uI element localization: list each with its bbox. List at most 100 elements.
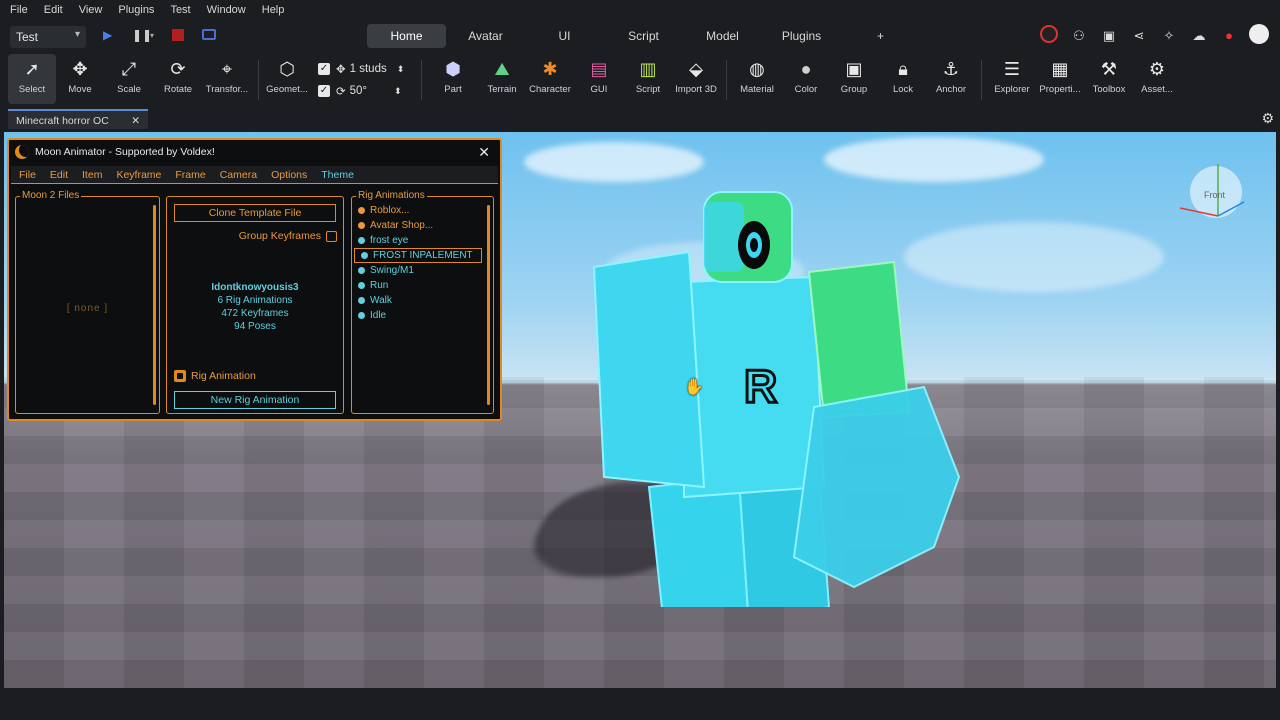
select-tool[interactable]: ➚ Select [8, 54, 56, 104]
tab-script[interactable]: Script [604, 24, 683, 48]
terrain-tool[interactable]: ⛰ Terrain [478, 54, 526, 104]
rotate-snap-checkbox[interactable]: ✓ [318, 85, 330, 97]
add-friend-icon[interactable]: ⚇ [1064, 28, 1094, 44]
record-icon[interactable] [1034, 25, 1064, 46]
list-item[interactable]: frost eye [352, 233, 484, 248]
move-snap-value: 1 studs [349, 63, 387, 75]
menu-plugins[interactable]: Plugins [118, 4, 154, 16]
anchor-tool[interactable]: ⚓︎ Anchor [927, 54, 975, 104]
group-tool[interactable]: ▣ Group [830, 54, 878, 104]
character-tool[interactable]: ✱ Character [526, 54, 574, 104]
material-tool[interactable]: ◍ Material [733, 54, 781, 104]
move-snap-checkbox[interactable]: ✓ [318, 63, 330, 75]
share-icon[interactable]: ⋖ [1124, 28, 1154, 44]
tab-plugins[interactable]: Plugins [762, 24, 841, 48]
import3d-tool[interactable]: ⬙ Import 3D [672, 54, 720, 104]
mode-dropdown[interactable]: Test ▾ [10, 26, 86, 48]
lock-label: Lock [892, 84, 914, 95]
group-keyframes-checkbox[interactable] [326, 230, 337, 242]
geometry-label: Geomet... [266, 84, 308, 95]
color-label: Color [794, 84, 818, 95]
menu-view[interactable]: View [79, 4, 103, 16]
clone-template-button[interactable]: Clone Template File [174, 204, 336, 222]
close-icon[interactable]: ✕ [478, 140, 490, 164]
script-icon: ▥ [639, 59, 657, 79]
list-item[interactable]: Swing/M1 [352, 263, 484, 278]
files-panel-label: Moon 2 Files [20, 190, 82, 201]
window-titlebar[interactable]: Moon Animator - Supported by Voldex! ✕ [9, 140, 500, 164]
menu-edit[interactable]: Edit [44, 4, 63, 16]
scrollbar[interactable] [487, 205, 490, 405]
move-snap-setting[interactable]: ✓ ✥ 1 studs ⬍ [318, 62, 404, 76]
group-keyframes-label: Group Keyframes [238, 230, 321, 242]
moon-menu-edit[interactable]: Edit [50, 169, 68, 181]
moon-menu-camera[interactable]: Camera [220, 169, 257, 181]
document-tab-label: Minecraft horror OC [16, 115, 109, 127]
explorer-tool[interactable]: ☰ Explorer [988, 54, 1036, 104]
group-keyframes-option[interactable]: Group Keyframes [239, 230, 337, 242]
menu-file[interactable]: File [10, 4, 28, 16]
stepper-icon[interactable]: ⬍ [394, 86, 402, 97]
close-icon[interactable]: ✕ [131, 111, 140, 131]
play-icon[interactable]: ▶ [103, 28, 112, 42]
lock-tool[interactable]: 🔒︎ Lock [879, 54, 927, 104]
assets-tool[interactable]: ⚙ Asset... [1133, 54, 1181, 104]
list-item[interactable]: Walk [352, 293, 484, 308]
list-item[interactable]: Idle [352, 308, 484, 323]
list-item[interactable]: Avatar Shop... [352, 218, 484, 233]
script-label: Script [635, 84, 661, 95]
move-tool[interactable]: ✥ Move [56, 54, 104, 104]
menu-test[interactable]: Test [170, 4, 190, 16]
rig-animation-toggle[interactable]: Rig Animation [174, 370, 256, 382]
scale-tool[interactable]: ⤢ Scale [105, 54, 153, 104]
moon-menu-file[interactable]: File [19, 169, 36, 181]
stop-icon[interactable] [172, 29, 184, 41]
moon-animator-window[interactable]: Moon Animator - Supported by Voldex! ✕ F… [7, 138, 502, 421]
rotate-snap-setting[interactable]: ✓ ⟳ 50° ⬍ [318, 84, 402, 98]
tab-ui[interactable]: UI [525, 24, 604, 48]
toolbox-label: Toolbox [1092, 84, 1126, 95]
new-rig-animation-button[interactable]: New Rig Animation [174, 391, 336, 409]
menu-window[interactable]: Window [207, 4, 246, 16]
stepper-icon[interactable]: ⬍ [397, 64, 405, 75]
play-device-icon[interactable] [202, 29, 216, 40]
hand-cursor-icon: ✋ [684, 379, 704, 396]
script-tool[interactable]: ▥ Script [624, 54, 672, 104]
part-tool[interactable]: ⬢ Part [429, 54, 477, 104]
color-tool[interactable]: ● Color [782, 54, 830, 104]
document-tab[interactable]: Minecraft horror OC ✕ [8, 109, 148, 129]
notification-icon[interactable]: ● [1214, 28, 1244, 43]
moon-menu-frame[interactable]: Frame [175, 169, 205, 181]
rotate-icon: ⟳ [170, 59, 186, 79]
gear-icon[interactable]: ⚙ [1261, 110, 1274, 127]
character-model[interactable]: R [564, 187, 984, 607]
rotate-tool[interactable]: ⟳ Rotate [154, 54, 202, 104]
list-item[interactable]: Roblox... [352, 203, 484, 218]
chat-icon[interactable]: ▣ [1094, 28, 1124, 44]
moon-menu-item[interactable]: Item [82, 169, 102, 181]
chevron-down-icon[interactable]: ▾ [150, 31, 154, 40]
moon-menu-options[interactable]: Options [271, 169, 307, 181]
svg-text:R: R [744, 360, 777, 412]
assistant-icon[interactable]: ✧ [1154, 28, 1184, 44]
tab-avatar[interactable]: Avatar [446, 24, 525, 48]
gui-tool[interactable]: ▤ GUI [575, 54, 623, 104]
tab-add[interactable]: + [841, 24, 920, 48]
moon-menu-keyframe[interactable]: Keyframe [116, 169, 161, 181]
view-cube[interactable]: Front [1174, 156, 1254, 236]
moon-menu-theme[interactable]: Theme [321, 169, 354, 181]
properties-tool[interactable]: ▦ Properti... [1036, 54, 1084, 104]
toolbox-tool[interactable]: ⚒ Toolbox [1085, 54, 1133, 104]
list-item[interactable]: Run [352, 278, 484, 293]
tab-home[interactable]: Home [367, 24, 446, 48]
list-item-selected[interactable]: FROST INPALEMENT [354, 248, 482, 263]
menubar: File Edit View Plugins Test Window Help [0, 0, 1280, 20]
avatar[interactable] [1244, 24, 1274, 47]
cloud-icon[interactable]: ☁ [1184, 28, 1214, 44]
moon-logo-icon [15, 145, 29, 159]
rig-animation-checkbox[interactable] [174, 370, 186, 382]
transform-tool[interactable]: ⌖ Transfor... [202, 54, 252, 104]
tab-model[interactable]: Model [683, 24, 762, 48]
geometry-tool[interactable]: ⬡ Geomet... [262, 54, 312, 104]
menu-help[interactable]: Help [262, 4, 285, 16]
